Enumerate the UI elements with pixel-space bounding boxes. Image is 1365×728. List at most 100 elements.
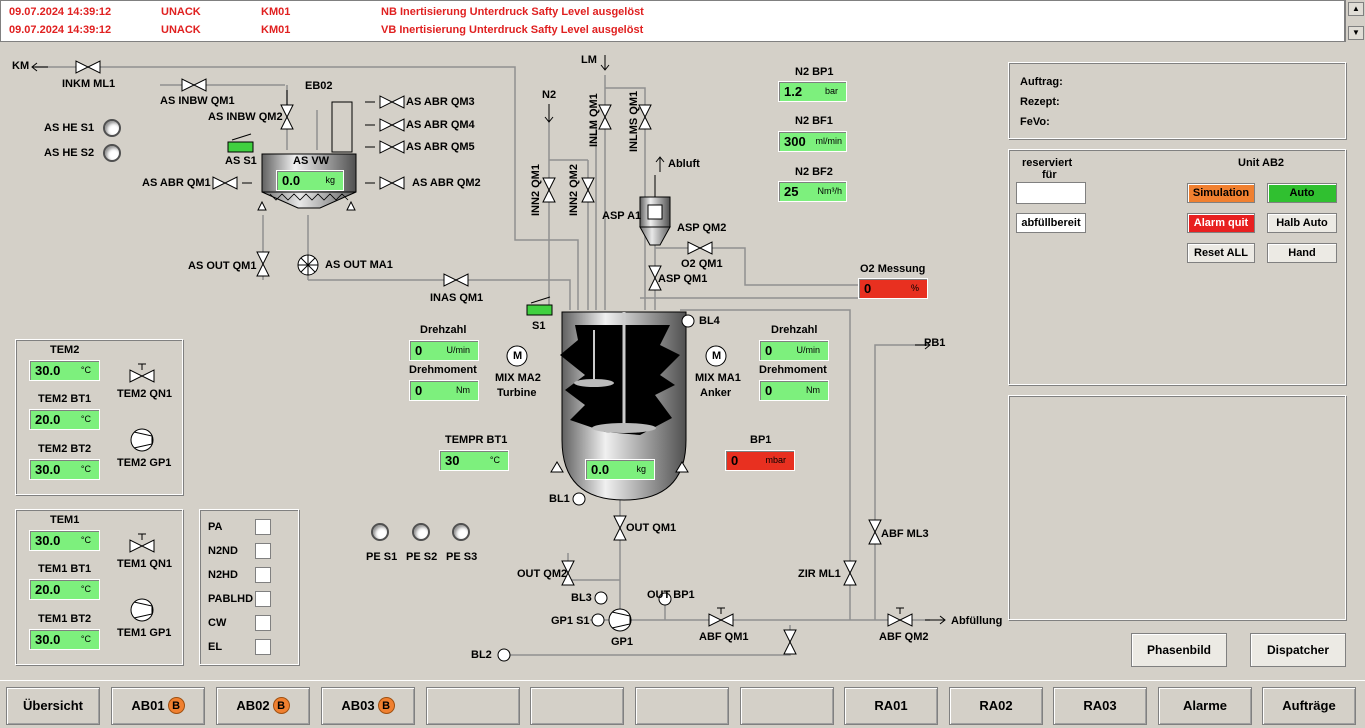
out-bp1-label: OUT BP1: [647, 589, 695, 601]
nav-empty-2[interactable]: [530, 687, 624, 725]
nav-empty-1[interactable]: [426, 687, 520, 725]
nav-empty-3[interactable]: [635, 687, 729, 725]
nav-empty-4[interactable]: [740, 687, 834, 725]
nav-label: Aufträge: [1282, 698, 1336, 713]
abfuellung-label: Abfüllung: [951, 615, 1003, 627]
nav-ra01[interactable]: RA01: [844, 687, 938, 725]
nav-uebersicht[interactable]: Übersicht: [6, 687, 100, 725]
mix-ma2-motor-icon: M: [513, 350, 523, 362]
check-pablhd[interactable]: [255, 591, 271, 607]
check-el[interactable]: [255, 639, 271, 655]
as-abr-qm1-label: AS ABR QM1: [142, 177, 211, 189]
out-qm1-label: OUT QM1: [626, 522, 677, 534]
asp-qm1-label: ASP QM1: [658, 273, 708, 285]
reset-all-button[interactable]: Reset ALL: [1187, 243, 1255, 263]
asp-qm2-label: ASP QM2: [677, 222, 727, 234]
auftrag-label: Auftrag:: [1020, 76, 1063, 88]
bp1-value: 0 mbar: [725, 450, 795, 471]
s1-label: S1: [532, 320, 546, 332]
check-label: PA: [208, 521, 223, 533]
as-out-qm1-label: AS OUT QM1: [188, 260, 257, 272]
as-he-s1-label: AS HE S1: [44, 122, 95, 134]
nav-ab01[interactable]: AB01 B: [111, 687, 205, 725]
nav-badge: B: [272, 697, 290, 715]
check-pa[interactable]: [255, 519, 271, 535]
check-cw[interactable]: [255, 615, 271, 631]
as-inbw-qm1-label: AS INBW QM1: [160, 95, 235, 107]
abfuellbereit-button[interactable]: abfüllbereit: [1016, 213, 1086, 233]
drehzahl-left-value: 0 U/min: [409, 340, 479, 361]
lm-label: LM: [581, 54, 597, 66]
tem1-qn1-label: TEM1 QN1: [117, 558, 173, 570]
nav-badge: B: [167, 697, 185, 715]
unit-title: Unit AB2: [1238, 157, 1285, 169]
n2-bf2-value: 25 Nm³/h: [778, 181, 847, 202]
tem1-value: 30.0 °C: [29, 530, 100, 551]
abf-ml3-label: ABF ML3: [881, 528, 929, 540]
abf-qm1-label: ABF QM1: [699, 631, 749, 643]
as-he-s1-lamp: [103, 119, 121, 137]
nav-label: AB01: [131, 698, 165, 713]
tempr-bt1-value: 30 °C: [439, 450, 509, 471]
inlms-qm1-label: INLMS QM1: [628, 90, 640, 152]
nav-ab03[interactable]: AB03 B: [321, 687, 415, 725]
drehmoment-left-value: 0 Nm: [409, 380, 479, 401]
alarm-quit-button[interactable]: Alarm quit: [1187, 213, 1255, 233]
o2-messung-label: O2 Messung: [860, 263, 926, 275]
rezept-label: Rezept:: [1020, 96, 1060, 108]
o2-qm1-label: O2 QM1: [681, 258, 723, 270]
inn2-qm1-label: INN2 QM1: [530, 164, 542, 216]
tem1-bt2-label: TEM1 BT2: [38, 613, 92, 625]
as-he-s2-lamp: [103, 144, 121, 162]
as-abr-qm4-label: AS ABR QM4: [406, 119, 475, 131]
inn2-qm2-label: INN2 QM2: [568, 164, 580, 216]
n2-bf1-value: 300 ml/min: [778, 131, 847, 152]
nav-auftraege[interactable]: Aufträge: [1262, 687, 1356, 725]
tem2-bt2-label: TEM2 BT2: [38, 443, 92, 455]
nav-ra03[interactable]: RA03: [1053, 687, 1147, 725]
as-vw-weight: 0.0 kg: [276, 170, 344, 191]
drehmoment-right-label: Drehmoment: [759, 364, 827, 376]
nav-ra02[interactable]: RA02: [949, 687, 1043, 725]
tempr-bt1-label: TEMPR BT1: [445, 434, 508, 446]
anker-label: Anker: [700, 387, 732, 399]
bl1-label: BL1: [549, 493, 570, 505]
reserviert-input[interactable]: [1016, 182, 1086, 204]
tem1-bt1-label: TEM1 BT1: [38, 563, 92, 575]
nav-label: Übersicht: [23, 698, 83, 713]
drehmoment-left-label: Drehmoment: [409, 364, 477, 376]
nav-label: RA03: [1083, 698, 1117, 713]
hand-button[interactable]: Hand: [1267, 243, 1337, 263]
nav-alarme[interactable]: Alarme: [1158, 687, 1252, 725]
tem1-bt1-value: 20.0 °C: [29, 579, 100, 600]
turbine-label: Turbine: [497, 387, 537, 399]
reactor-weight: 0.0 kg: [585, 459, 655, 480]
tem1-gp1-label: TEM1 GP1: [117, 627, 172, 639]
check-label: EL: [208, 641, 223, 653]
gp1-s1-label: GP1 S1: [551, 615, 590, 627]
nav-label: RA02: [979, 698, 1013, 713]
zir-ml1-label: ZIR ML1: [798, 568, 841, 580]
drehzahl-right-value: 0 U/min: [759, 340, 829, 361]
check-label: CW: [208, 617, 227, 629]
n2-bp1-label: N2 BP1: [795, 66, 834, 78]
pb1-label: PB1: [924, 337, 946, 349]
mix-ma2-label: MIX MA2: [495, 372, 541, 384]
as-abr-qm5-label: AS ABR QM5: [406, 141, 475, 153]
check-n2hd[interactable]: [255, 567, 271, 583]
reserviert-label: reserviert: [1022, 157, 1073, 169]
auto-button[interactable]: Auto: [1267, 183, 1337, 203]
pe-s2-lamp: [412, 523, 430, 541]
check-n2nd[interactable]: [255, 543, 271, 559]
eb02-label: EB02: [305, 80, 333, 92]
simulation-button[interactable]: Simulation: [1187, 183, 1255, 203]
inas-qm1-label: INAS QM1: [430, 292, 484, 304]
dispatcher-button[interactable]: Dispatcher: [1250, 633, 1346, 667]
fuer-label: für: [1042, 169, 1057, 181]
drehzahl-right-label: Drehzahl: [771, 324, 818, 336]
nav-ab02[interactable]: AB02 B: [216, 687, 310, 725]
halb-auto-button[interactable]: Halb Auto: [1267, 213, 1337, 233]
phasenbild-button[interactable]: Phasenbild: [1131, 633, 1227, 667]
check-label: N2HD: [208, 569, 238, 581]
check-label: PABLHD: [208, 593, 254, 605]
